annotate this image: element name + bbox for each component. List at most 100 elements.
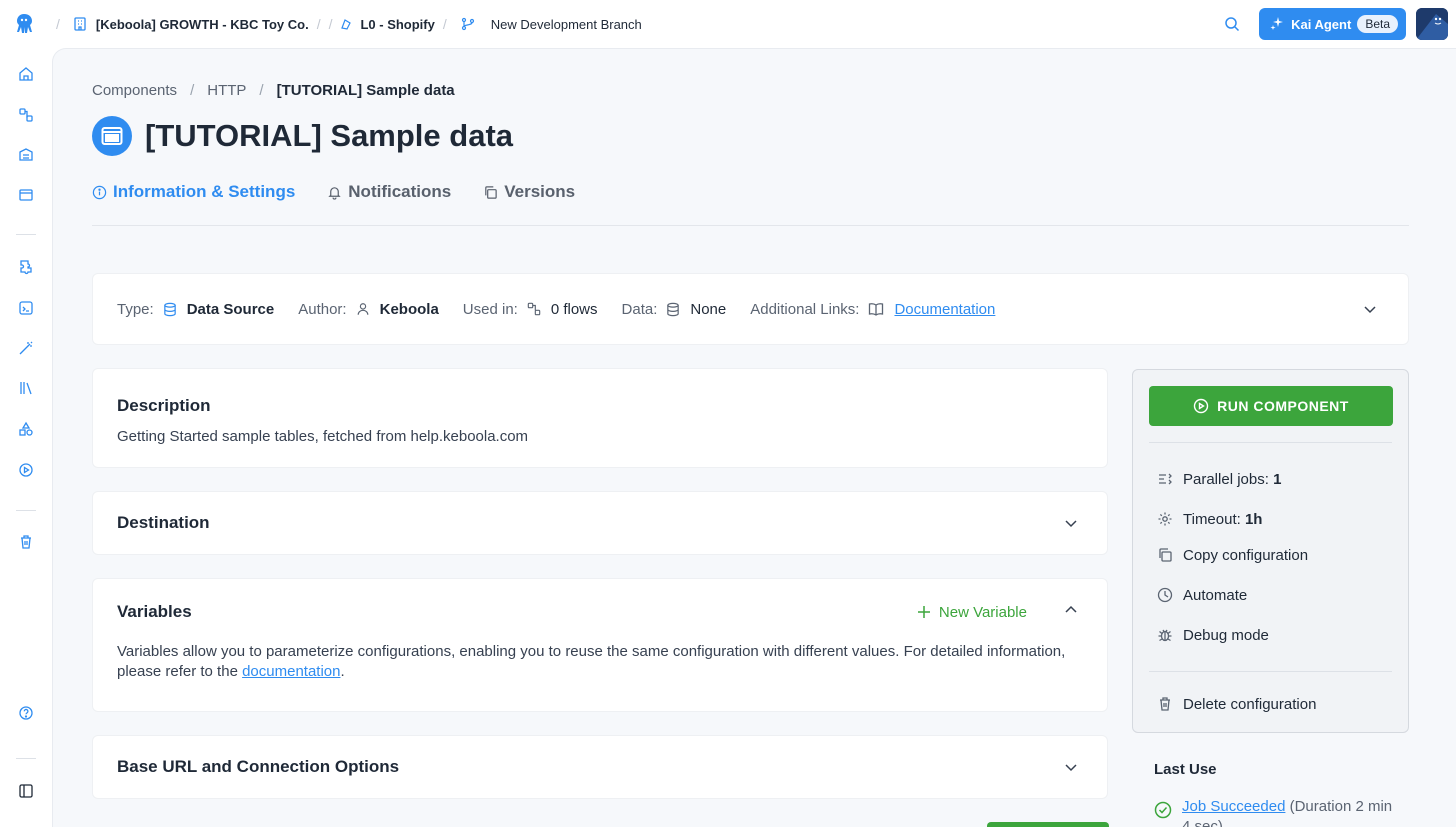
- crumb-separator: /: [328, 16, 333, 32]
- last-job-entry: Job Succeeded (Duration 2 min 4 sec): [1154, 797, 1394, 827]
- last-use-title: Last Use: [1154, 761, 1217, 778]
- base-url-section[interactable]: Base URL and Connection Options: [92, 735, 1108, 799]
- sidebar-divider: [16, 758, 36, 759]
- flows-icon[interactable]: [16, 105, 36, 125]
- top-bar: / [Keboola] GROWTH - KBC Toy Co. / / L0 …: [0, 0, 1456, 48]
- sparkle-icon: [1269, 16, 1285, 32]
- config-selector[interactable]: L0 - Shopify: [340, 16, 435, 32]
- chevron-down-icon[interactable]: [1063, 515, 1079, 531]
- job-succeeded-link[interactable]: Job Succeeded: [1182, 798, 1285, 815]
- description-text[interactable]: Getting Started sample tables, fetched f…: [117, 428, 1083, 445]
- component-window-icon: [92, 116, 132, 156]
- home-icon[interactable]: [16, 64, 36, 84]
- storage-icon[interactable]: [16, 145, 36, 165]
- new-variable-label: New Variable: [938, 603, 1027, 621]
- tab-label: Information & Settings: [113, 182, 296, 201]
- breadcrumb-components[interactable]: Components: [92, 82, 177, 99]
- timeout-item[interactable]: Timeout: 1h: [1149, 499, 1392, 539]
- copy-configuration-item[interactable]: Copy configuration: [1149, 535, 1392, 575]
- chevron-down-icon[interactable]: [1362, 301, 1378, 317]
- chevron-up-icon[interactable]: [1063, 602, 1079, 618]
- variables-title: Variables: [117, 602, 192, 621]
- beta-badge: Beta: [1357, 15, 1398, 33]
- component-info-card: Type: Data Source Author: Keboola Used i…: [92, 273, 1409, 345]
- magic-wand-icon[interactable]: [16, 338, 36, 358]
- avatar[interactable]: [1416, 8, 1448, 40]
- breadcrumb-separator: /: [190, 82, 195, 99]
- info-icon: [92, 185, 107, 200]
- description-card: Description Getting Started sample table…: [92, 368, 1108, 468]
- info-links: Additional Links: Documentation: [750, 300, 996, 318]
- flow-icon: [527, 302, 541, 316]
- search-button[interactable]: [1215, 7, 1249, 41]
- versions-icon: [483, 185, 498, 200]
- run-component-label: RUN COMPONENT: [1217, 398, 1349, 414]
- tab-information-settings[interactable]: Information & Settings: [92, 182, 295, 202]
- config-name: L0 - Shopify: [360, 16, 435, 32]
- breadcrumb-http[interactable]: HTTP: [207, 82, 246, 99]
- description-title: Description: [117, 396, 211, 415]
- destination-section[interactable]: Destination: [92, 491, 1108, 555]
- sidebar: [0, 48, 52, 827]
- jobs-icon[interactable]: [16, 460, 36, 480]
- info-data: Data: None: [621, 300, 727, 318]
- documentation-link[interactable]: documentation: [242, 663, 340, 680]
- debug-mode-item[interactable]: Debug mode: [1149, 615, 1392, 655]
- breadcrumb-current: [TUTORIAL] Sample data: [276, 82, 455, 99]
- workspace-icon[interactable]: [16, 185, 36, 205]
- branch-icon: [461, 17, 475, 31]
- collapse-sidebar-icon[interactable]: [16, 781, 36, 801]
- save-button[interactable]: [987, 822, 1109, 827]
- bug-icon: [1157, 627, 1173, 643]
- trash-icon: [1157, 696, 1173, 712]
- kai-agent-button[interactable]: Kai Agent Beta: [1259, 8, 1406, 40]
- chevron-down-icon[interactable]: [1063, 759, 1079, 775]
- crumb-separator: /: [316, 16, 321, 32]
- tab-label: Versions: [504, 182, 576, 201]
- components-icon[interactable]: [16, 257, 36, 277]
- breadcrumb: Components / HTTP / [TUTORIAL] Sample da…: [92, 82, 455, 99]
- base-url-title: Base URL and Connection Options: [117, 757, 400, 776]
- library-icon[interactable]: [16, 378, 36, 398]
- gear-icon: [1157, 511, 1173, 527]
- bell-icon: [327, 185, 342, 200]
- database-icon: [666, 302, 680, 317]
- actions-panel: RUN COMPONENT Parallel jobs: 1 Timeout: …: [1132, 369, 1409, 733]
- parallel-jobs-item[interactable]: Parallel jobs: 1: [1149, 459, 1392, 499]
- delete-configuration-item[interactable]: Delete configuration: [1149, 684, 1392, 724]
- tab-label: Notifications: [348, 182, 452, 201]
- tab-notifications[interactable]: Notifications: [327, 182, 451, 202]
- sidebar-divider: [16, 510, 36, 511]
- run-component-button[interactable]: RUN COMPONENT: [1149, 386, 1393, 426]
- info-type: Type: Data Source: [117, 300, 275, 318]
- trash-icon[interactable]: [16, 532, 36, 552]
- destination-title: Destination: [117, 513, 210, 532]
- play-circle-icon: [1193, 398, 1209, 414]
- automate-item[interactable]: Automate: [1149, 575, 1392, 615]
- new-variable-button[interactable]: New Variable: [917, 604, 1027, 621]
- shapes-icon[interactable]: [16, 419, 36, 439]
- variables-description: Variables allow you to parameterize conf…: [117, 643, 1066, 680]
- crumb-separator: /: [442, 16, 447, 32]
- keboola-logo-icon[interactable]: [0, 0, 48, 48]
- transformations-icon[interactable]: [16, 298, 36, 318]
- crumb-separator: /: [56, 16, 60, 32]
- info-author: Author: Keboola: [298, 300, 439, 318]
- breadcrumb-separator: /: [259, 82, 264, 99]
- branch-selector[interactable]: New Development Branch: [461, 17, 642, 32]
- check-circle-icon: [1154, 801, 1172, 827]
- building-icon: [72, 16, 88, 32]
- documentation-link[interactable]: Documentation: [894, 301, 995, 318]
- title-row: [TUTORIAL] Sample data: [92, 116, 513, 156]
- info-used-in: Used in: 0 flows: [462, 300, 598, 318]
- copy-icon: [1157, 547, 1173, 563]
- shopify-icon: [340, 18, 352, 30]
- page-title: [TUTORIAL] Sample data: [145, 118, 514, 153]
- clock-icon: [1157, 587, 1173, 603]
- tab-versions[interactable]: Versions: [483, 182, 575, 202]
- help-icon[interactable]: [16, 703, 36, 723]
- parallel-icon: [1157, 471, 1173, 487]
- project-selector[interactable]: [Keboola] GROWTH - KBC Toy Co.: [72, 16, 309, 32]
- project-name: [Keboola] GROWTH - KBC Toy Co.: [95, 16, 309, 32]
- branch-name: New Development Branch: [490, 16, 642, 32]
